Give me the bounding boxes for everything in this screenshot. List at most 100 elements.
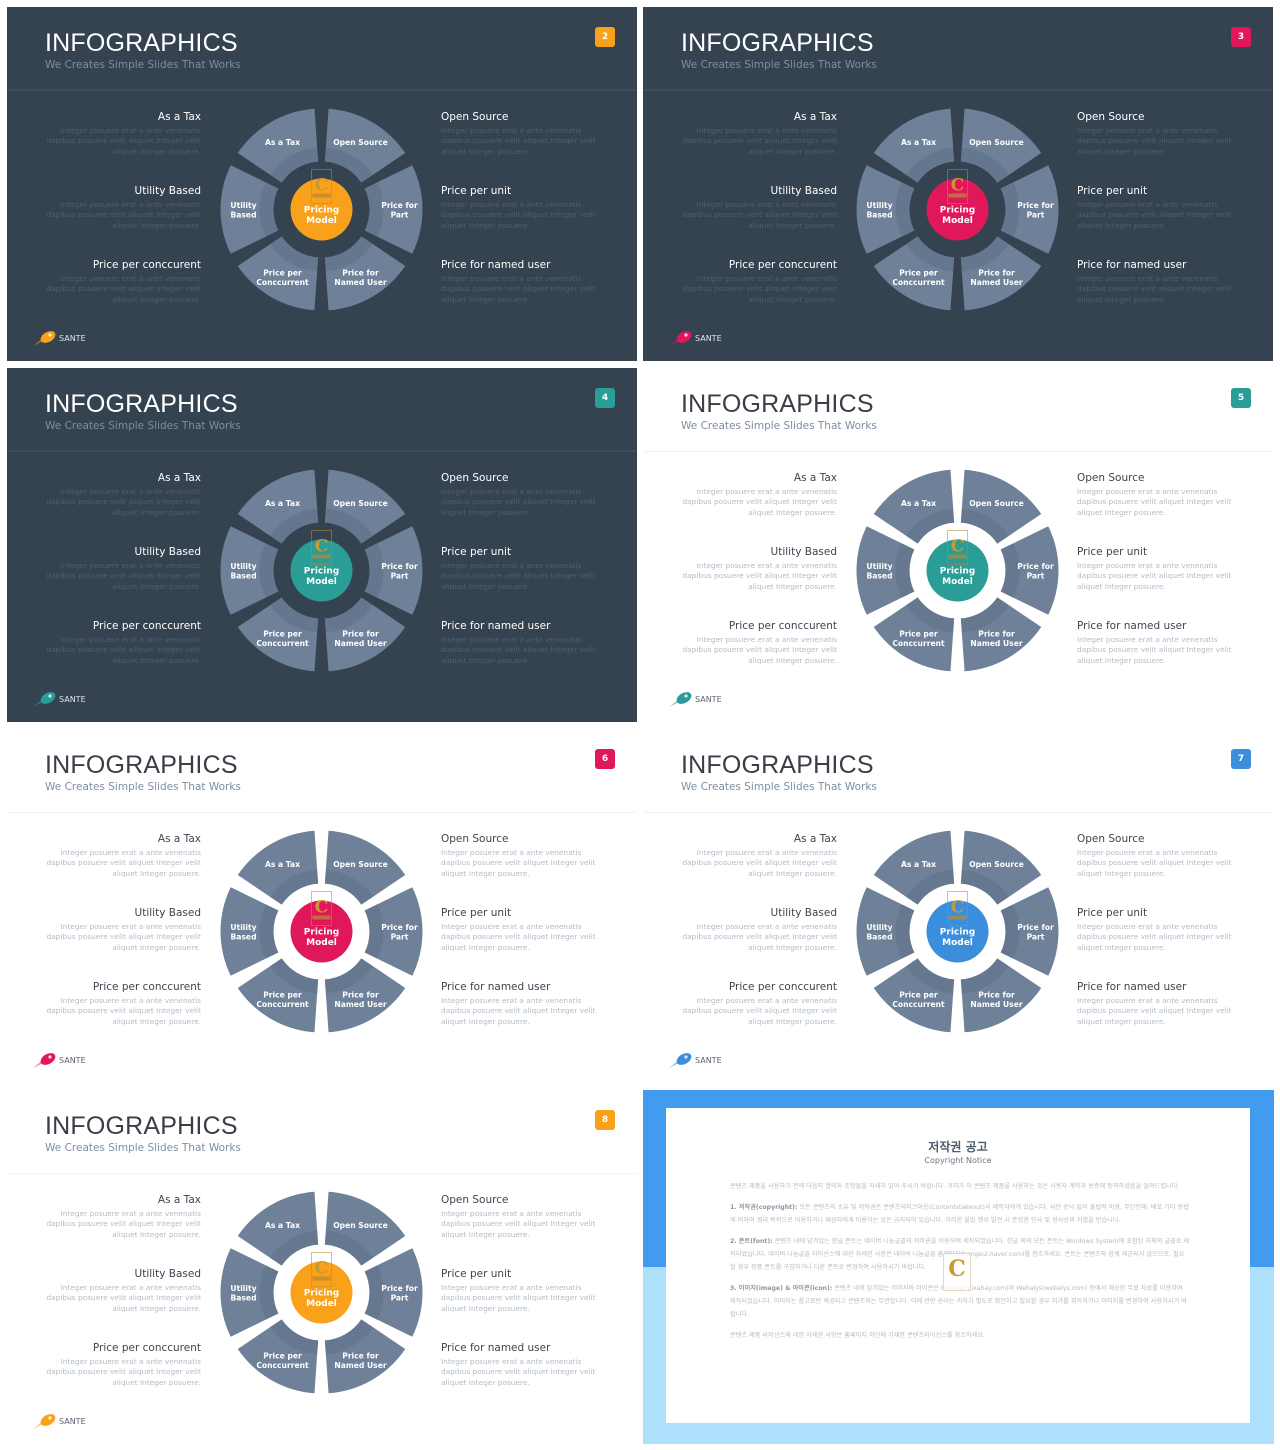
slide-4[interactable]: INFOGRAPHICS We Creates Simple Slides Tha… — [7, 368, 637, 722]
text-block-heading: Open Source — [441, 472, 509, 484]
brand-logo: SANTE — [667, 688, 722, 710]
text-block-heading: As a Tax — [793, 111, 837, 123]
svg-text:C: C — [315, 176, 329, 196]
text-block-body: Integer posuere erat a ante venenatis da… — [46, 1357, 201, 1387]
wheel-segment[interactable]: As a Tax — [873, 108, 955, 183]
text-block-body: Integer posuere erat a ante venenatis da… — [46, 1283, 201, 1313]
slide-3[interactable]: INFOGRAPHICS We Creates Simple Slides Tha… — [643, 7, 1273, 361]
notice-intro: 콘텐츠 제품을 사용하기 전에 다음의 협약과 조항들을 자세히 읽어 주시기 … — [730, 1183, 1180, 1190]
wheel-segment[interactable]: Open Source — [960, 830, 1042, 905]
segment-label: Open Source — [333, 499, 388, 508]
wheel-segment[interactable]: As a Tax — [873, 469, 955, 544]
segment-label: Price per — [263, 268, 302, 277]
rocket-icon — [31, 1412, 57, 1430]
wheel-segment[interactable]: Price perConccurrent — [237, 958, 319, 1033]
wheel-segment[interactable]: Price perConccurrent — [237, 236, 319, 311]
wheel-segment[interactable]: Open Source — [960, 108, 1042, 183]
wheel-segment[interactable]: Price forPart — [1000, 887, 1059, 976]
wheel-segment[interactable]: Price forNamed User — [324, 958, 406, 1033]
wheel-segment[interactable]: Price forPart — [364, 887, 423, 976]
copyright-notice-sheet: 저작권 공고 Copyright Notice 콘텐츠 제품을 사용하기 전에 … — [666, 1108, 1250, 1423]
right-text-block: Price per unit Integer posuere erat a ant… — [441, 1268, 611, 1314]
wheel-segment[interactable]: UtilityBased — [856, 526, 915, 615]
right-text-block: Open Source Integer posuere erat a ante v… — [441, 833, 611, 879]
wheel-segment[interactable]: Price forPart — [364, 1248, 423, 1337]
svg-text:C: C — [951, 176, 965, 196]
wheel-segment[interactable]: Open Source — [960, 469, 1042, 544]
wheel-segment[interactable]: Price perConccurrent — [873, 597, 955, 672]
slide-subtitle: We Creates Simple Slides That Works — [681, 781, 877, 793]
text-block-heading: Price per conccurent — [92, 981, 201, 993]
wheel-segment[interactable]: Open Source — [324, 469, 406, 544]
wheel-segment[interactable]: Open Source — [324, 830, 406, 905]
left-text-block: Utility Based Integer posuere erat a ante… — [667, 546, 837, 592]
wheel-segment[interactable]: Price perConccurrent — [237, 1319, 319, 1394]
wheel-segment[interactable]: As a Tax — [237, 469, 319, 544]
wheel-segment[interactable]: UtilityBased — [220, 165, 279, 254]
text-block-heading: Utility Based — [134, 1268, 201, 1280]
wheel-segment[interactable]: As a Tax — [237, 108, 319, 183]
slide-5[interactable]: INFOGRAPHICS We Creates Simple Slides Tha… — [643, 368, 1273, 722]
wheel-segment[interactable]: Price forNamed User — [324, 1319, 406, 1394]
wheel-segment[interactable]: Price forPart — [1000, 165, 1059, 254]
wheel-segment[interactable]: Open Source — [324, 108, 406, 183]
wheel-segment[interactable]: Price perConccurrent — [873, 958, 955, 1033]
slide-number-badge: 7 — [1231, 749, 1251, 769]
wheel-segment[interactable]: Open Source — [324, 1191, 406, 1266]
wheel-segment[interactable]: As a Tax — [237, 830, 319, 905]
wheel-segment[interactable]: Price forNamed User — [960, 958, 1042, 1033]
text-block-heading: Utility Based — [134, 907, 201, 919]
wheel-segment[interactable]: Price perConccurrent — [873, 236, 955, 311]
wheel-segment[interactable]: As a Tax — [237, 1191, 319, 1266]
wheel-segment[interactable]: UtilityBased — [220, 887, 279, 976]
wheel-segment[interactable]: UtilityBased — [856, 887, 915, 976]
text-block-heading: Price per unit — [1077, 907, 1148, 919]
slide-7[interactable]: INFOGRAPHICS We Creates Simple Slides Tha… — [643, 729, 1273, 1083]
left-text-block: Utility Based Integer posuere erat a ante… — [667, 907, 837, 953]
text-block-heading: Price for named user — [1077, 981, 1187, 993]
right-text-block: Price per unit Integer posuere erat a ant… — [1077, 185, 1247, 231]
wheel-diagram: As a Tax Open Source Price forPartPrice fo… — [856, 469, 1059, 672]
segment-label: Open Source — [333, 860, 388, 869]
slide-header: INFOGRAPHICS We Creates Simple Slides Tha… — [643, 368, 1273, 452]
wheel-segment[interactable]: Price forPart — [1000, 526, 1059, 615]
segment-label: Based — [866, 210, 892, 219]
copyright-notice-slide[interactable]: 저작권 공고 Copyright Notice 콘텐츠 제품을 사용하기 전에 … — [643, 1090, 1274, 1444]
text-block-heading: Price for named user — [441, 981, 551, 993]
segment-label: Price for — [1017, 562, 1054, 571]
slide-8[interactable]: INFOGRAPHICS We Creates Simple Slides Tha… — [7, 1090, 637, 1444]
text-block-body: Integer posuere erat a ante venenatis da… — [46, 996, 201, 1026]
wheel-segment[interactable]: Price forNamed User — [960, 597, 1042, 672]
wheel-segment[interactable]: Price forNamed User — [960, 236, 1042, 311]
wheel-segment[interactable]: UtilityBased — [220, 526, 279, 615]
notice-section-label: 3. 이미지(image) & 아이콘(icon): — [730, 1285, 833, 1292]
text-block-body: Integer posuere erat a ante venenatis da… — [441, 1283, 596, 1313]
right-text-block: Open Source Integer posuere erat a ante v… — [1077, 111, 1247, 157]
slide-subtitle: We Creates Simple Slides That Works — [45, 420, 241, 432]
slide-6[interactable]: INFOGRAPHICS We Creates Simple Slides Tha… — [7, 729, 637, 1083]
wheel-segment[interactable]: Price forPart — [364, 526, 423, 615]
slide-subtitle: We Creates Simple Slides That Works — [45, 781, 241, 793]
text-block-heading: Price per unit — [1077, 546, 1148, 558]
segment-label: Open Source — [333, 1221, 388, 1230]
segment-label: Open Source — [969, 499, 1024, 508]
segment-label: Price per — [263, 629, 302, 638]
slide-number-badge: 6 — [595, 749, 615, 769]
notice-subtitle: Copyright Notice — [924, 1156, 992, 1165]
slide-2[interactable]: INFOGRAPHICS We Creates Simple Slides Tha… — [7, 7, 637, 361]
segment-label: As a Tax — [265, 499, 300, 508]
wheel-segment[interactable]: Price forNamed User — [324, 236, 406, 311]
wheel-segment[interactable]: Price forPart — [364, 165, 423, 254]
wheel-segment[interactable]: Price forNamed User — [324, 597, 406, 672]
right-text-block: Price per unit Integer posuere erat a ant… — [441, 907, 611, 953]
wheel-segment[interactable]: UtilityBased — [220, 1248, 279, 1337]
wheel-segment[interactable]: As a Tax — [873, 830, 955, 905]
segment-label: Price per — [899, 629, 938, 638]
left-text-block: Utility Based Integer posuere erat a ante… — [31, 185, 201, 231]
text-block-heading: Price for named user — [1077, 259, 1187, 271]
text-block-body: Integer posuere erat a ante venenatis da… — [441, 126, 596, 156]
wheel-segment[interactable]: UtilityBased — [856, 165, 915, 254]
segment-label: Named User — [970, 1000, 1022, 1009]
slide-header: INFOGRAPHICS We Creates Simple Slides Tha… — [7, 1090, 637, 1174]
wheel-segment[interactable]: Price perConccurrent — [237, 597, 319, 672]
